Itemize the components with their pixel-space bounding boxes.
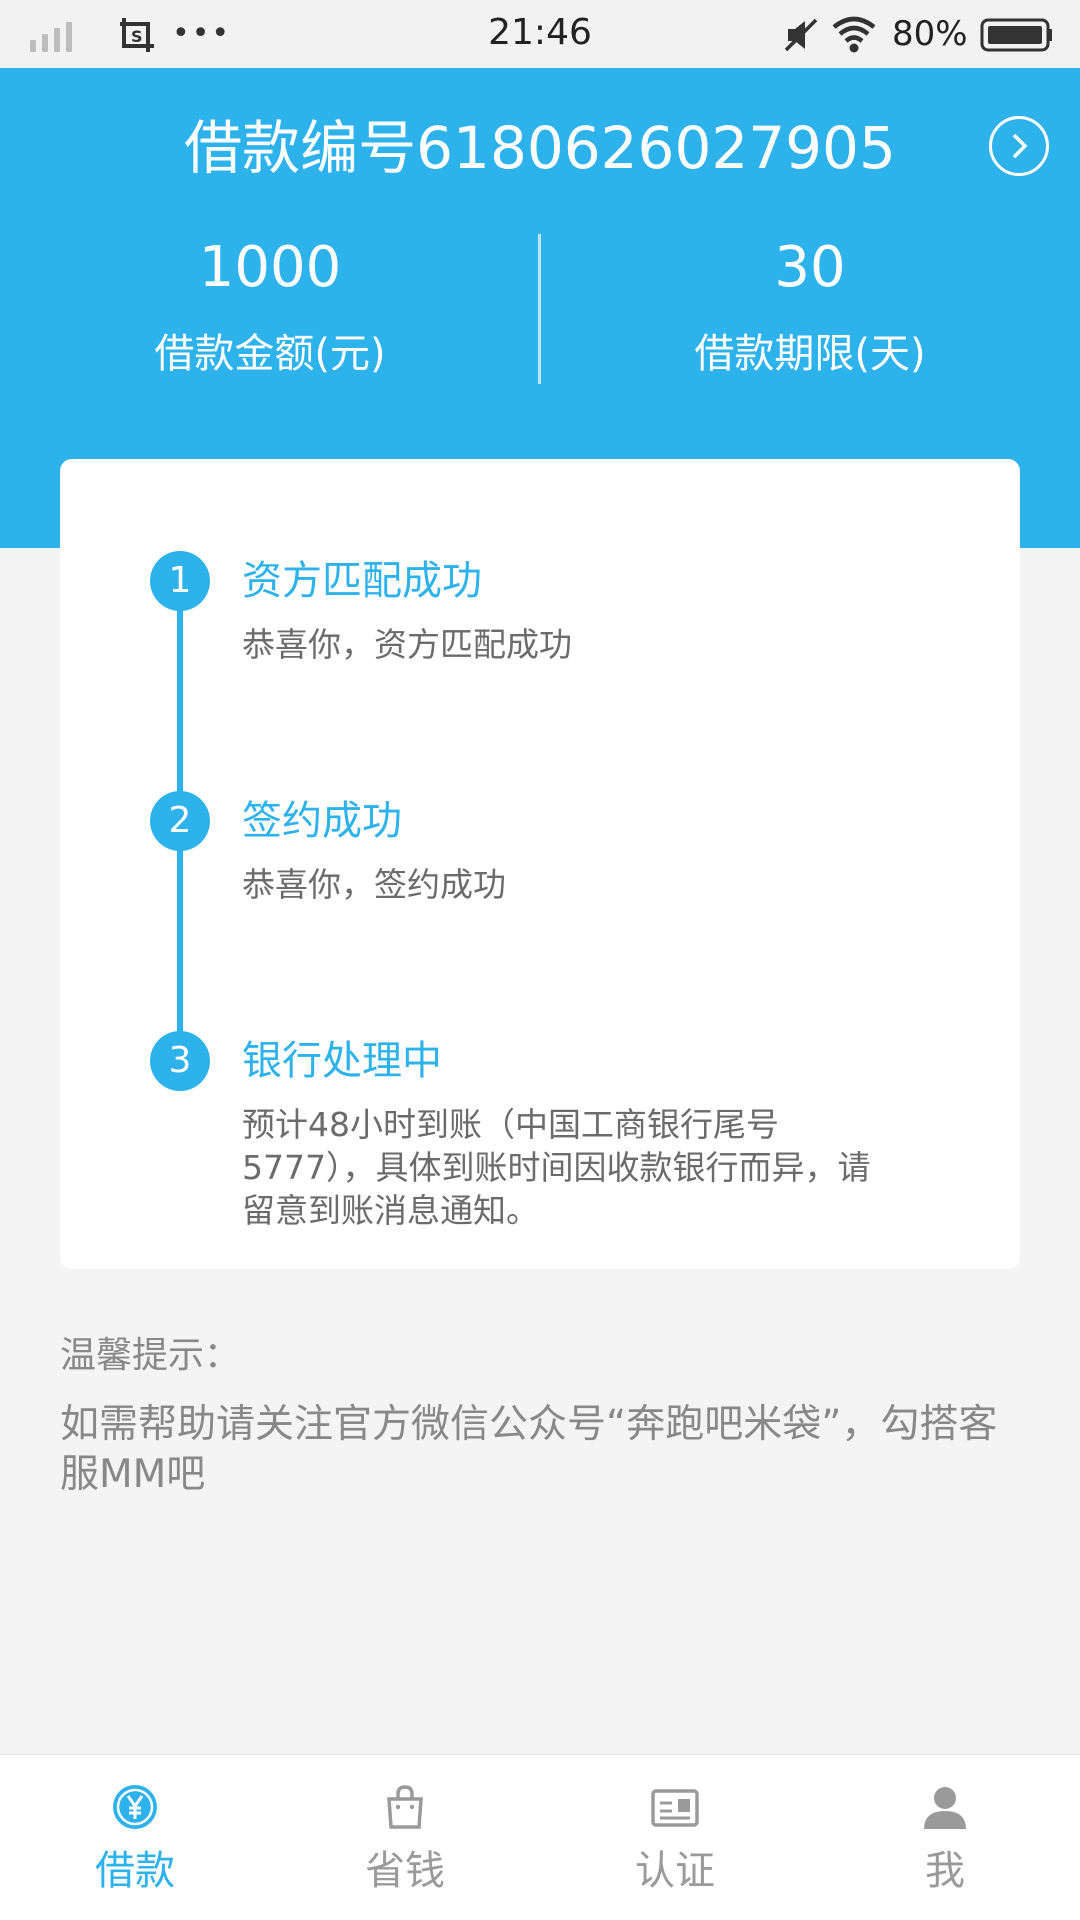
step-title: 资方匹配成功 [242,558,482,604]
step-number: 1 [150,551,210,611]
progress-card: 1 资方匹配成功 恭喜你，资方匹配成功 2 签约成功 恭喜你，签约成功 3 银行… [60,459,1020,1269]
mute-icon [784,18,818,52]
loan-number-title: 借款编号6180626027905 [184,114,896,182]
battery-percent: 80% [892,14,968,54]
status-bar: S ••• 21:46 80% [0,0,1080,68]
loan-term-value: 30 [774,235,846,300]
loan-term-label: 借款期限(天) [694,331,926,377]
battery-icon [980,18,1052,52]
tab-me[interactable]: 我 [810,1755,1080,1920]
step-title: 签约成功 [242,798,402,844]
chevron-right-icon [1012,133,1028,159]
person-icon [924,1787,966,1829]
wifi-icon [832,16,876,53]
yen-circle-icon [113,1785,157,1829]
shopping-bag-icon [387,1785,423,1829]
tips-title: 温馨提示： [60,1335,241,1376]
step-title: 银行处理中 [242,1038,442,1084]
tab-save[interactable]: 省钱 [270,1755,540,1920]
step-number: 3 [150,1031,210,1091]
tab-label: 借款 [95,1848,175,1894]
tab-label: 认证 [635,1848,715,1894]
step-description: 恭喜你，签约成功 [242,865,506,904]
loan-amount-value: 1000 [198,235,342,300]
tips-body: 如需帮助请关注官方微信公众号“奔跑吧米袋”，勾搭客服MM吧 [60,1402,998,1497]
tab-borrow[interactable]: 借款 [0,1755,270,1920]
tips-section: 温馨提示： 如需帮助请关注官方微信公众号“奔跑吧米袋”，勾搭客服MM吧 [60,1328,1020,1500]
id-card-icon [651,1789,699,1827]
step-description: 恭喜你，资方匹配成功 [242,625,572,664]
loan-amount-label: 借款金额(元) [154,331,386,377]
step-description: 预计48小时到账（中国工商银行尾号5777），具体到账时间因收款银行而异，请留意… [242,1105,871,1230]
tab-verify[interactable]: 认证 [540,1755,810,1920]
tab-label: 我 [925,1848,965,1894]
detail-arrow-button[interactable] [989,116,1049,176]
tab-label: 省钱 [365,1848,445,1894]
loan-amount-stat: 1000 借款金额(元) [0,228,540,384]
step-number: 2 [150,791,210,851]
bottom-tab-bar: 借款 省钱 认证 我 [0,1754,1080,1920]
loan-term-stat: 30 借款期限(天) [540,228,1080,384]
